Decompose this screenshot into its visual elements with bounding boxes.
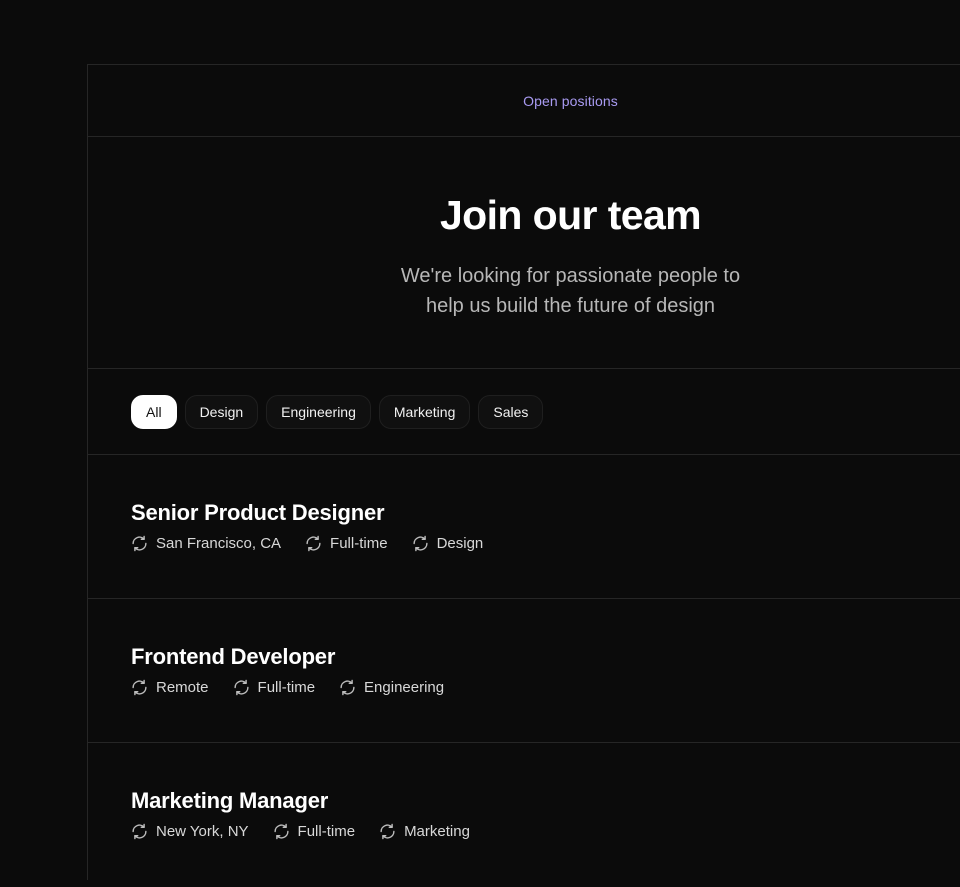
job-type-text: Full-time bbox=[297, 823, 356, 840]
page-title: Join our team bbox=[439, 192, 702, 238]
eyebrow-row: Open positions bbox=[88, 65, 960, 137]
page-subtitle: We're looking for passionate people to h… bbox=[400, 265, 741, 317]
job-location-text: New York, NY bbox=[156, 823, 249, 840]
refresh-icon bbox=[131, 679, 148, 696]
job-type: Full-time bbox=[305, 535, 388, 552]
job-location: New York, NY bbox=[131, 823, 249, 840]
job-listing[interactable]: Senior Product Designer San Francisco, C… bbox=[88, 455, 960, 599]
job-meta: San Francisco, CA Full-time Design bbox=[131, 535, 960, 552]
refresh-icon bbox=[412, 535, 429, 552]
filter-bar: All Design Engineering Marketing Sales bbox=[88, 369, 960, 455]
job-location-text: San Francisco, CA bbox=[156, 535, 282, 552]
filter-chip-engineering[interactable]: Engineering bbox=[266, 394, 371, 429]
refresh-icon bbox=[379, 823, 396, 840]
job-meta: Remote Full-time Engineering bbox=[131, 679, 960, 696]
job-department: Marketing bbox=[379, 823, 470, 840]
refresh-icon bbox=[305, 535, 322, 552]
job-department-text: Design bbox=[436, 535, 484, 552]
refresh-icon bbox=[339, 679, 356, 696]
job-title[interactable]: Marketing Manager bbox=[131, 787, 960, 815]
filter-chip-marketing[interactable]: Marketing bbox=[378, 394, 471, 429]
filter-chip-sales[interactable]: Sales bbox=[478, 394, 544, 429]
job-department: Engineering bbox=[339, 679, 444, 696]
job-title[interactable]: Senior Product Designer bbox=[131, 499, 960, 527]
job-meta: New York, NY Full-time Marketing bbox=[131, 823, 960, 840]
hero-section: Join our team We're looking for passiona… bbox=[88, 137, 960, 369]
job-location: San Francisco, CA bbox=[131, 535, 281, 552]
job-title[interactable]: Frontend Developer bbox=[131, 643, 960, 671]
filter-chip-all[interactable]: All bbox=[131, 394, 177, 429]
careers-panel: Open positions Join our team We're looki… bbox=[87, 64, 960, 880]
job-type-text: Full-time bbox=[330, 535, 388, 552]
job-department-text: Engineering bbox=[364, 679, 445, 696]
job-listing[interactable]: Frontend Developer Remote Full-time Engi… bbox=[88, 599, 960, 743]
job-location: Remote bbox=[131, 679, 209, 696]
job-department: Design bbox=[412, 535, 484, 552]
job-type: Full-time bbox=[233, 679, 316, 696]
job-location-text: Remote bbox=[156, 679, 209, 696]
filter-chip-design[interactable]: Design bbox=[184, 394, 259, 429]
job-listing[interactable]: Marketing Manager New York, NY Full-time… bbox=[88, 743, 960, 887]
refresh-icon bbox=[273, 823, 290, 840]
job-department-text: Marketing bbox=[404, 823, 470, 840]
refresh-icon bbox=[131, 535, 148, 552]
refresh-icon bbox=[131, 823, 148, 840]
refresh-icon bbox=[233, 679, 250, 696]
job-type-text: Full-time bbox=[257, 679, 316, 696]
job-type: Full-time bbox=[273, 823, 356, 840]
eyebrow-label: Open positions bbox=[523, 92, 618, 109]
